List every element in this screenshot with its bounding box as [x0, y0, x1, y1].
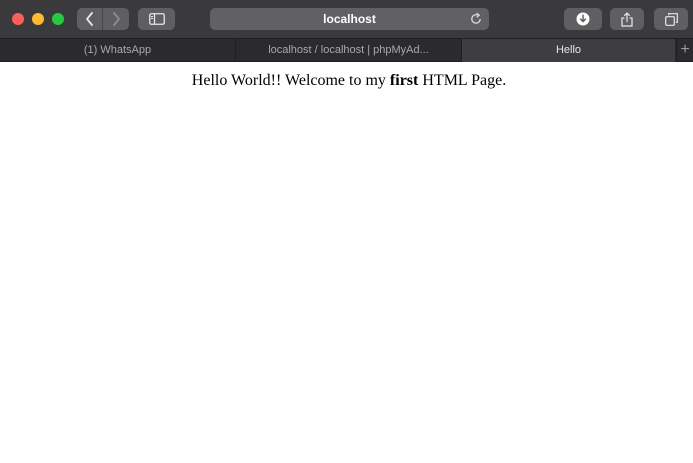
tab-whatsapp[interactable]: (1) WhatsApp: [0, 39, 236, 62]
page-text-after: HTML Page.: [418, 72, 507, 89]
forward-button[interactable]: [103, 8, 128, 30]
sidebar-icon: [148, 13, 165, 25]
chevron-left-icon: [85, 12, 93, 26]
sidebar-button[interactable]: [138, 8, 175, 30]
reload-icon[interactable]: [469, 12, 483, 26]
page-text-before: Hello World!! Welcome to my: [191, 72, 390, 89]
tab-phpmyadmin[interactable]: localhost / localhost | phpMyAd...: [236, 39, 462, 62]
zoom-window-button[interactable]: [52, 13, 64, 25]
tab-hello[interactable]: Hello: [462, 39, 675, 62]
close-window-button[interactable]: [12, 13, 24, 25]
address-bar[interactable]: localhost: [210, 8, 489, 30]
browser-toolbar: localhost: [0, 0, 693, 38]
tab-overview-icon: [664, 12, 678, 26]
share-icon: [621, 11, 633, 27]
tab-overview-button[interactable]: [654, 8, 688, 30]
downloads-button[interactable]: [564, 8, 602, 30]
page-text: Hello World!! Welcome to my first HTML P…: [0, 72, 693, 90]
address-text[interactable]: localhost: [210, 8, 489, 30]
download-icon: [576, 12, 590, 26]
new-tab-button[interactable]: +: [676, 39, 693, 62]
minimize-window-button[interactable]: [32, 13, 44, 25]
navigation-buttons: [77, 8, 129, 30]
page-content: Hello World!! Welcome to my first HTML P…: [0, 62, 693, 463]
share-button[interactable]: [610, 8, 644, 30]
tab-bar: (1) WhatsApp localhost / localhost | php…: [0, 38, 693, 62]
chevron-right-icon: [112, 12, 120, 26]
back-button[interactable]: [77, 8, 103, 30]
page-text-bold: first: [389, 72, 419, 89]
